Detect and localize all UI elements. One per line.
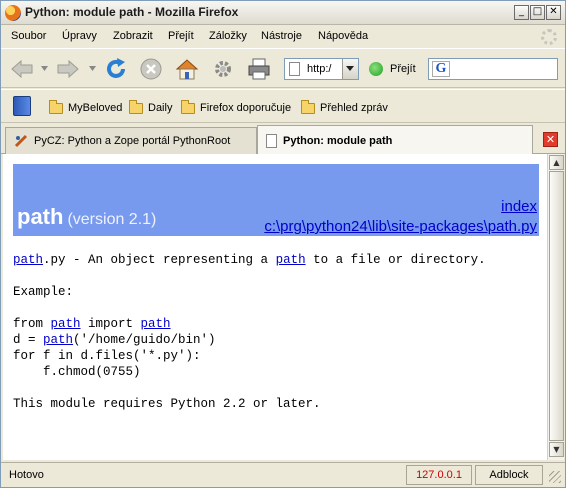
browser-window: Python: module path - Mozilla Firefox _ …: [0, 0, 566, 488]
stop-icon[interactable]: [138, 57, 164, 81]
adblock-button[interactable]: Adblock: [475, 465, 543, 485]
code-text: from: [13, 317, 51, 331]
bookmark-prehled-zprav[interactable]: Přehled zpráv: [301, 99, 388, 116]
window-title: Python: module path - Mozilla Firefox: [25, 5, 239, 19]
menu-napoveda[interactable]: Nápověda: [318, 30, 368, 42]
code-line: for f in d.files('*.py'):: [13, 349, 201, 363]
tab-label: PyCZ: Python a Zope portál PythonRoot: [34, 135, 231, 147]
bookmark-label: Firefox doporučuje: [200, 102, 292, 114]
tab-pycz[interactable]: PyCZ: Python a Zope portál PythonRoot: [5, 127, 257, 154]
scroll-up-button[interactable]: ▲: [549, 155, 564, 170]
bookmarks-toolbar: MyBeloved Daily Firefox doporučuje Přehl…: [1, 89, 565, 123]
header-links: index c:\prg\python24\lib\site-packages\…: [264, 197, 537, 237]
module-docstring: path.py - An object representing a path …: [13, 252, 486, 412]
code-line: from path import path: [13, 316, 486, 332]
menu-prejit[interactable]: Přejít: [168, 30, 194, 42]
forward-dropdown-icon[interactable]: [89, 66, 96, 71]
menu-upravy[interactable]: Úpravy: [62, 30, 97, 42]
bookmark-label: Daily: [148, 102, 173, 114]
requirement-text: This module requires Python 2.2 or later…: [13, 397, 321, 411]
vertical-scrollbar[interactable]: ▲ ▼: [547, 154, 564, 460]
bookmark-label: MyBeloved: [68, 102, 123, 114]
tab-python-module-path[interactable]: Python: module path: [257, 125, 533, 155]
url-value: http:/: [307, 63, 332, 75]
reload-icon[interactable]: [103, 57, 129, 81]
close-button[interactable]: ✕: [546, 5, 561, 20]
path-link[interactable]: path: [43, 333, 73, 347]
module-header: path (version 2.1) index c:\prg\python24\…: [13, 164, 539, 236]
menu-zobrazit[interactable]: Zobrazit: [113, 30, 153, 42]
page-content: path (version 2.1) index c:\prg\python24\…: [3, 154, 547, 460]
google-icon[interactable]: G: [432, 61, 450, 77]
index-link[interactable]: index: [264, 197, 537, 217]
firefox-icon: [5, 5, 21, 21]
folder-icon: [301, 99, 315, 114]
maximize-button[interactable]: □: [530, 5, 545, 20]
back-dropdown-icon[interactable]: [41, 66, 48, 71]
path-link[interactable]: path: [276, 253, 306, 267]
scroll-down-button[interactable]: ▼: [549, 442, 564, 457]
status-bar: Hotovo 127.0.0.1 Adblock: [1, 462, 565, 487]
example-label: Example:: [13, 285, 74, 299]
description-text: .py - An object representing a: [43, 253, 276, 267]
scroll-thumb[interactable]: [549, 171, 564, 441]
status-text: Hotovo: [9, 469, 44, 481]
module-name: path: [17, 204, 64, 229]
description-text: to a file or directory.: [305, 253, 486, 267]
go-icon[interactable]: [369, 62, 383, 76]
page-title: path (version 2.1): [17, 204, 156, 230]
path-link[interactable]: path: [13, 253, 43, 267]
activity-throbber-icon: [541, 29, 557, 45]
menu-nastroje[interactable]: Nástroje: [261, 30, 302, 42]
menu-zalozky[interactable]: Záložky: [209, 30, 247, 42]
code-text: import: [80, 317, 141, 331]
tab-strip: PyCZ: Python a Zope portál PythonRoot Py…: [1, 124, 565, 155]
status-ip: 127.0.0.1: [406, 465, 472, 485]
folder-icon: [129, 99, 143, 114]
print-icon[interactable]: [246, 57, 272, 81]
path-link[interactable]: path: [51, 317, 81, 331]
description-line: path.py - An object representing a path …: [13, 252, 486, 268]
close-tab-button[interactable]: ✕: [543, 132, 558, 147]
url-dropdown-button[interactable]: [342, 59, 358, 79]
path-link[interactable]: path: [141, 317, 171, 331]
code-text: ('/home/guido/bin'): [73, 333, 216, 347]
code-line: f.chmod(0755): [13, 365, 141, 379]
minimize-button[interactable]: _: [514, 5, 529, 20]
bookmarks-manager-icon[interactable]: [13, 96, 31, 116]
pycz-icon: [14, 134, 28, 148]
folder-icon: [181, 99, 195, 114]
home-icon[interactable]: [174, 57, 200, 81]
page-icon: [289, 62, 300, 76]
module-version: (version 2.1): [67, 211, 157, 228]
settings-icon[interactable]: [210, 57, 236, 81]
bookmark-firefox-doporucuje[interactable]: Firefox doporučuje: [181, 99, 292, 116]
code-line: d = path('/home/guido/bin'): [13, 332, 486, 348]
search-input[interactable]: G: [428, 58, 558, 80]
go-button[interactable]: Přejít: [390, 63, 416, 75]
navigation-toolbar: http:/ Přejít G: [1, 48, 565, 88]
forward-icon[interactable]: [55, 57, 81, 81]
folder-icon: [49, 99, 63, 114]
menu-bar: Soubor Úpravy Zobrazit Přejít Záložky Ná…: [1, 27, 565, 47]
source-file-link[interactable]: c:\prg\python24\lib\site-packages\path.p…: [264, 217, 537, 237]
resize-grip-icon[interactable]: [549, 471, 561, 483]
url-field[interactable]: http:/: [284, 58, 359, 80]
bookmark-daily[interactable]: Daily: [129, 99, 173, 116]
back-icon[interactable]: [9, 57, 35, 81]
code-text: d =: [13, 333, 44, 347]
tab-label: Python: module path: [283, 134, 393, 147]
bookmark-label: Přehled zpráv: [320, 102, 388, 114]
bookmark-mybeloved[interactable]: MyBeloved: [49, 99, 123, 116]
menu-soubor[interactable]: Soubor: [11, 30, 46, 42]
title-bar: Python: module path - Mozilla Firefox _ …: [1, 1, 565, 25]
page-icon: [266, 133, 277, 148]
